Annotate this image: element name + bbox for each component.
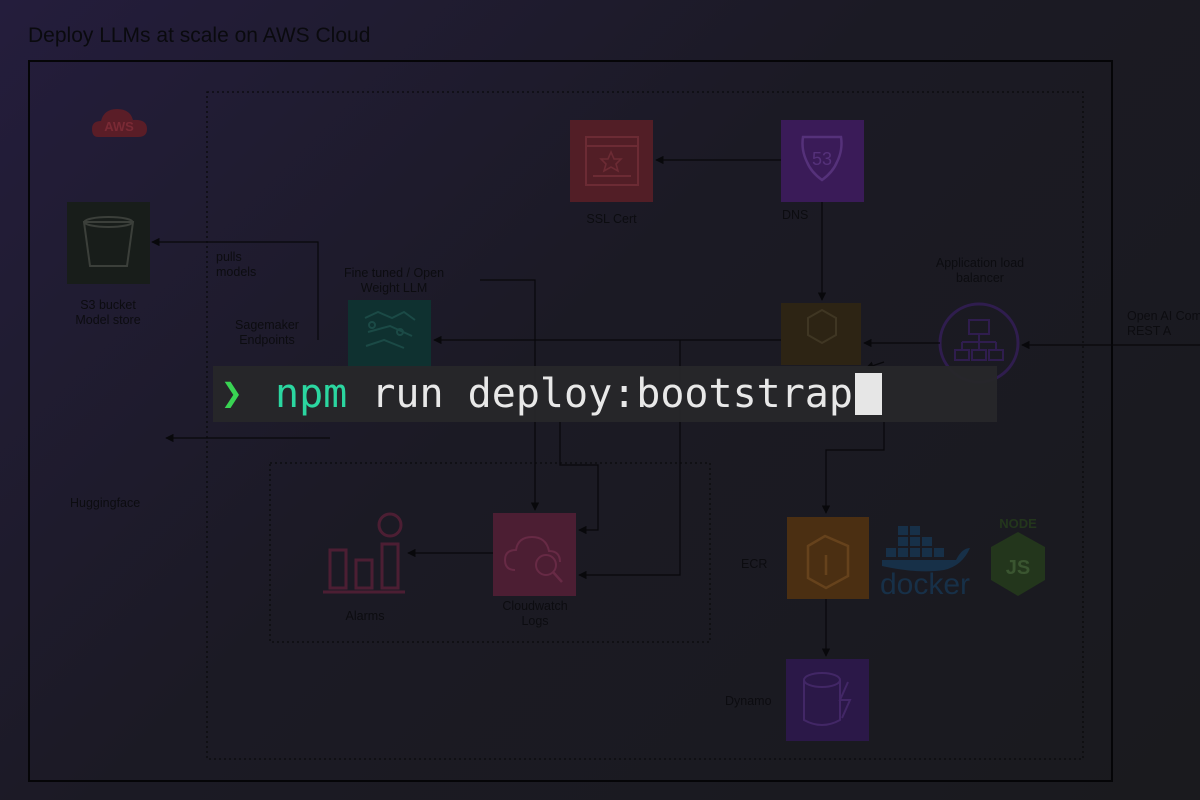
prompt-chevron-icon: ❯: [221, 373, 243, 414]
sagemaker-icon: [348, 300, 431, 368]
terminal-command-bar: ❯ npm run deploy:bootstrap: [213, 366, 997, 422]
docker-text: docker: [880, 568, 970, 601]
ecs-service-icon: [781, 303, 861, 365]
cloudwatch-label: Cloudwatch Logs: [502, 599, 568, 628]
sagemaker-label: Sagemaker Endpoints: [235, 318, 299, 347]
pulls-models-label: pulls models: [216, 250, 257, 279]
dynamo-label: Dynamo: [725, 694, 772, 708]
text-cursor: [854, 373, 882, 415]
s3-bucket-icon: [67, 202, 150, 284]
dynamodb-icon: [786, 659, 869, 741]
diagram-title: Deploy LLMs at scale on AWS Cloud: [28, 24, 371, 47]
command-npm: npm: [275, 371, 348, 417]
dns-badge-text: 53: [812, 149, 832, 169]
alarms-label: Alarms: [345, 609, 385, 623]
ecr-label: ECR: [741, 557, 768, 571]
architecture-diagram: AWS 53 docker NODE JS Deploy LLMs at sca…: [0, 0, 1200, 800]
finetuned-llm-label: Fine tuned / Open Weight LLM: [343, 266, 445, 295]
openai-rest-label: Open AI Com REST A: [1127, 309, 1200, 338]
dns-label: DNS: [782, 208, 809, 222]
alb-label: Application load balancer: [935, 256, 1025, 285]
cloudwatch-logs-icon: [493, 513, 576, 596]
ssl-cert-icon: [570, 120, 653, 202]
huggingface-label: Huggingface: [70, 496, 141, 510]
aws-badge-text: AWS: [104, 119, 134, 134]
ecr-icon: [787, 517, 869, 599]
s3-label: S3 bucket Model store: [75, 298, 141, 327]
node-js-text: JS: [1006, 557, 1030, 579]
terminal-command: npm run deploy:bootstrap: [275, 366, 882, 422]
alarms-icon: [323, 512, 405, 594]
command-args: run deploy:bootstrap: [347, 371, 853, 417]
service-to-ecr-arrow: [821, 422, 885, 514]
ssl-cert-label: SSL Cert: [586, 212, 637, 226]
node-text: NODE: [999, 516, 1037, 531]
docker-logo-icon: [882, 526, 970, 572]
